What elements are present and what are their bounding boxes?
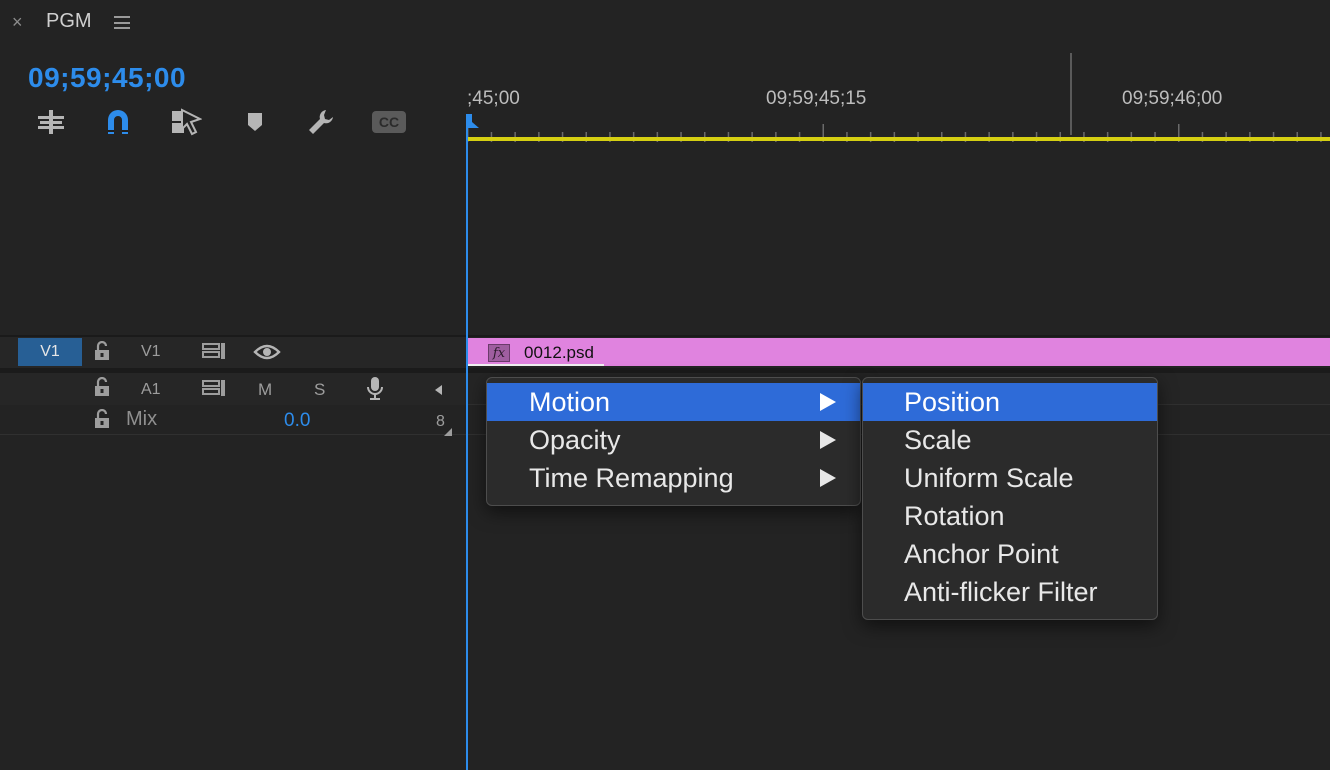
- submenu-arrow-icon: [820, 431, 836, 449]
- lock-icon[interactable]: [93, 340, 111, 366]
- mute-track-button[interactable]: M: [258, 380, 272, 400]
- solo-track-button[interactable]: S: [314, 380, 325, 400]
- menu-item-label: Time Remapping: [529, 462, 734, 493]
- source-patch-v1[interactable]: V1: [18, 338, 82, 366]
- linked-selection-icon[interactable]: [169, 106, 203, 138]
- hamburger-icon[interactable]: [114, 16, 130, 29]
- voice-over-record-mic-icon[interactable]: [366, 376, 384, 407]
- clip-name-underline: [468, 364, 604, 366]
- submenu-item-rotation[interactable]: Rotation: [863, 497, 1157, 535]
- ruler-label: ;45;00: [467, 88, 520, 109]
- sync-lock-icon[interactable]: [201, 378, 227, 403]
- audio-track-header[interactable]: [0, 373, 466, 405]
- menu-item-label: Rotation: [904, 500, 1005, 531]
- close-panel-icon[interactable]: ×: [12, 12, 23, 33]
- playhead-timecode[interactable]: 09;59;45;00: [28, 62, 186, 94]
- menu-item-label: Scale: [904, 424, 972, 455]
- timeline-settings-wrench-icon[interactable]: [304, 106, 338, 138]
- menu-item-label: Anchor Point: [904, 538, 1059, 569]
- lock-icon[interactable]: [93, 376, 111, 402]
- ruler-label: 09;59;46;00: [1122, 88, 1223, 109]
- fx-badge[interactable]: fx: [488, 344, 510, 362]
- menu-item-label: Anti-flicker Filter: [904, 576, 1098, 607]
- ruler-label: 09;59;45;15: [766, 88, 867, 109]
- panel-title: PGM: [46, 10, 92, 32]
- menu-item-label: Opacity: [529, 424, 621, 455]
- playhead-handle[interactable]: [465, 114, 479, 128]
- ruler-divider: [1070, 53, 1072, 135]
- submenu-item-position[interactable]: Position: [863, 383, 1157, 421]
- submenu-item-scale[interactable]: Scale: [863, 421, 1157, 459]
- playhead-line[interactable]: [466, 128, 468, 770]
- time-ruler[interactable]: ;45;00 09;59;45;15 09;59;46;00: [467, 80, 1330, 142]
- menu-item-label: Motion: [529, 386, 611, 417]
- mix-track-label: Mix: [126, 408, 158, 430]
- menu-item-opacity[interactable]: Opacity: [487, 421, 860, 459]
- menu-item-motion[interactable]: Motion: [487, 383, 860, 421]
- mix-volume-value[interactable]: 0.0: [284, 410, 310, 432]
- submenu-item-anchor-point[interactable]: Anchor Point: [863, 535, 1157, 573]
- toggle-track-output-eye-icon[interactable]: [253, 343, 281, 366]
- motion-submenu: Position Scale Uniform Scale Rotation An…: [862, 377, 1158, 620]
- clip-name: 0012.psd: [524, 343, 594, 362]
- work-area-bar[interactable]: [467, 137, 1330, 141]
- submenu-item-anti-flicker-filter[interactable]: Anti-flicker Filter: [863, 573, 1157, 611]
- clip-fx-context-menu: Motion Opacity Time Remapping: [486, 377, 861, 506]
- speaker-volume-icon[interactable]: [432, 383, 444, 401]
- menu-item-label: Uniform Scale: [904, 462, 1074, 493]
- mix-track-header[interactable]: [0, 405, 466, 435]
- insert-nest-icon[interactable]: [34, 106, 68, 138]
- submenu-arrow-icon: [820, 469, 836, 487]
- sync-lock-icon[interactable]: [201, 341, 227, 366]
- snap-magnet-icon[interactable]: [101, 106, 135, 138]
- menu-item-label: Position: [904, 386, 1001, 417]
- resize-corner-icon[interactable]: [444, 423, 452, 441]
- captions-cc-icon[interactable]: CC: [372, 106, 406, 138]
- menu-item-time-remapping[interactable]: Time Remapping: [487, 459, 860, 497]
- track-target-v1[interactable]: V1: [141, 343, 161, 361]
- add-marker-icon[interactable]: [238, 106, 272, 138]
- track-target-a1[interactable]: A1: [141, 381, 161, 399]
- submenu-item-uniform-scale[interactable]: Uniform Scale: [863, 459, 1157, 497]
- lock-icon[interactable]: [93, 408, 111, 434]
- submenu-arrow-icon: [820, 393, 836, 411]
- captions-cc-label: CC: [372, 111, 406, 133]
- timeline-clip[interactable]: fx 0012.psd: [468, 338, 1330, 366]
